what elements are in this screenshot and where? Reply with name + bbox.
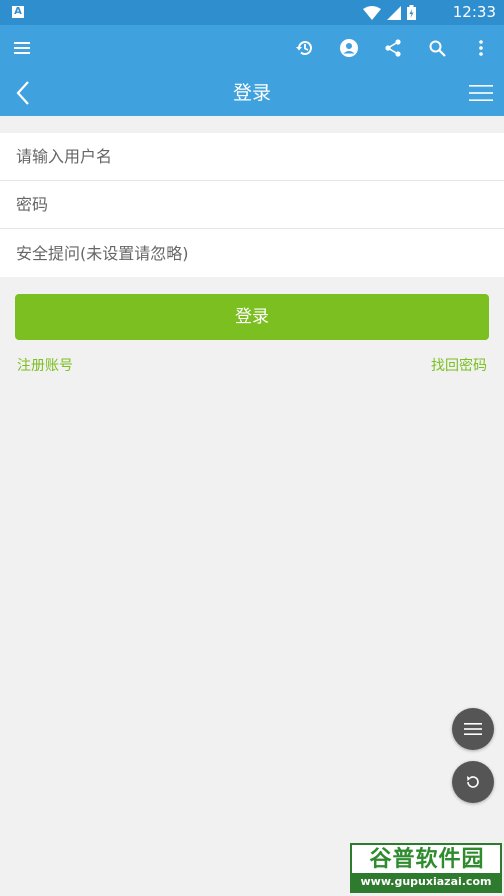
account-button[interactable] bbox=[336, 35, 362, 61]
back-button[interactable] bbox=[8, 78, 38, 108]
password-row bbox=[0, 181, 504, 229]
watermark-url: www.gupuxiazai.com bbox=[352, 873, 500, 891]
username-row bbox=[0, 133, 504, 181]
share-icon bbox=[385, 39, 401, 57]
share-button[interactable] bbox=[380, 35, 406, 61]
recover-password-link[interactable]: 找回密码 bbox=[431, 356, 487, 376]
floating-menu-button[interactable] bbox=[452, 708, 494, 750]
refresh-icon bbox=[467, 776, 479, 788]
signal-icon bbox=[387, 5, 401, 20]
register-link[interactable]: 注册账号 bbox=[17, 356, 73, 376]
header-menu-button[interactable] bbox=[468, 80, 494, 106]
watermark-logo: 谷普软件园 www.gupuxiazai.com bbox=[350, 843, 502, 893]
username-input[interactable] bbox=[16, 147, 486, 166]
browser-toolbar bbox=[0, 25, 504, 70]
history-icon bbox=[296, 41, 312, 56]
battery-icon bbox=[407, 5, 416, 20]
login-form bbox=[0, 133, 504, 277]
password-input[interactable] bbox=[16, 195, 486, 214]
floating-refresh-button[interactable] bbox=[452, 761, 494, 803]
more-vert-icon bbox=[479, 40, 483, 56]
status-icons bbox=[363, 5, 416, 20]
security-question-input[interactable] bbox=[16, 243, 486, 263]
account-icon bbox=[340, 39, 358, 57]
status-bar: A 12:33 bbox=[0, 0, 504, 25]
hamburger-menu-icon bbox=[14, 42, 30, 54]
hamburger-menu-button[interactable] bbox=[9, 35, 35, 61]
status-time: 12:33 bbox=[452, 3, 496, 21]
page-title: 登录 bbox=[232, 82, 271, 104]
menu-lines-icon bbox=[469, 85, 493, 101]
page-header: 登录 bbox=[0, 70, 504, 116]
more-options-button[interactable] bbox=[468, 35, 494, 61]
chevron-left-icon bbox=[16, 81, 29, 105]
search-button[interactable] bbox=[424, 35, 450, 61]
wifi-icon bbox=[363, 5, 381, 20]
history-button[interactable] bbox=[292, 35, 318, 61]
search-icon bbox=[429, 40, 446, 57]
login-button[interactable]: 登录 bbox=[15, 294, 489, 340]
menu-icon bbox=[464, 723, 482, 735]
security-question-row bbox=[0, 229, 504, 277]
watermark-brand: 谷普软件园 bbox=[369, 847, 485, 872]
notification-a-icon: A bbox=[12, 6, 24, 18]
